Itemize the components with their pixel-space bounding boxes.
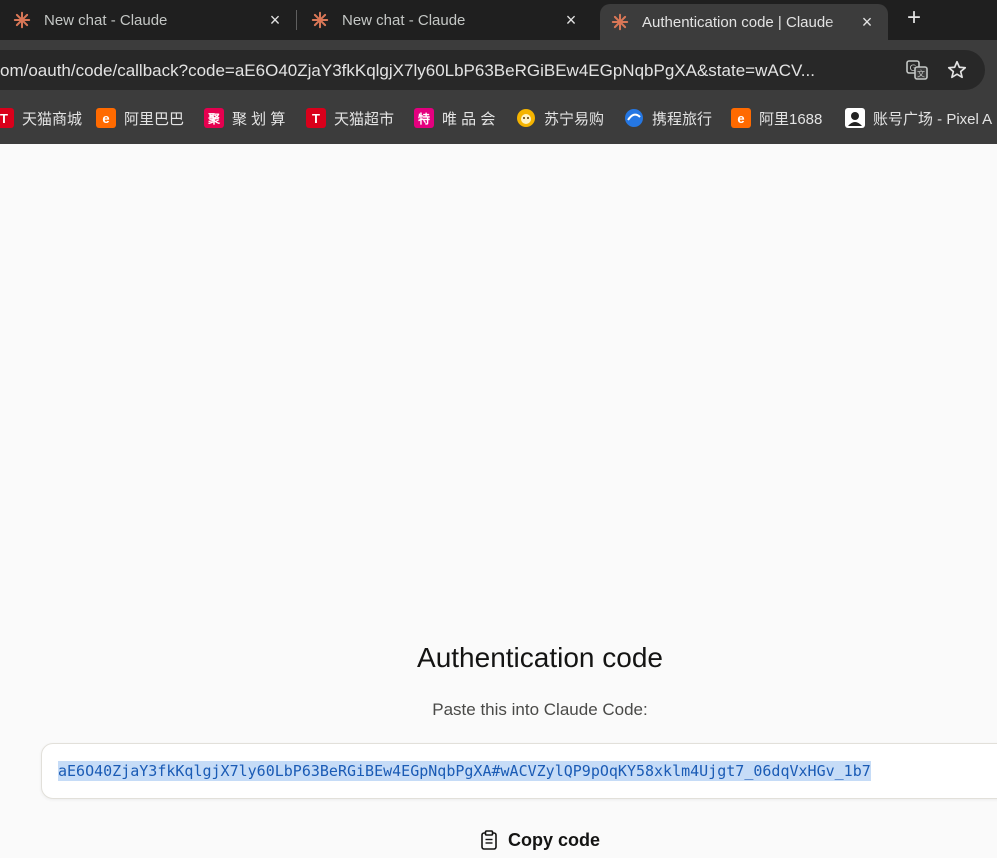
claude-logo-icon	[310, 10, 330, 30]
juhuasuan-icon: 聚	[204, 108, 224, 128]
tab-title: Authentication code | Claude	[642, 13, 834, 31]
alibaba-icon: e	[96, 108, 116, 128]
bookmark-label: 阿里巴巴	[124, 110, 185, 128]
bookmark-alibaba[interactable]: e 阿里巴巴	[96, 96, 184, 140]
bookmark-vip[interactable]: 特 唯 品 会	[414, 96, 495, 140]
tab-authentication-code[interactable]: Authentication code | Claude ×	[600, 4, 888, 40]
close-tab-icon[interactable]: ×	[266, 11, 284, 29]
bookmarks-bar: T 天猫商城 e 阿里巴巴 聚 聚 划 算 T 天猫超市 特 唯 品 会 苏宁易…	[0, 96, 997, 144]
tab-separator	[296, 10, 297, 30]
bookmark-suning[interactable]: 苏宁易购	[516, 96, 604, 140]
ctrip-icon	[624, 108, 644, 128]
bookmark-1688[interactable]: e 阿里1688	[731, 96, 822, 140]
account-avatar-icon	[845, 108, 865, 128]
new-tab-button[interactable]: +	[900, 4, 928, 32]
clipboard-icon	[478, 829, 500, 851]
suning-lion-icon	[516, 108, 536, 128]
copy-code-label: Copy code	[508, 829, 601, 850]
bookmark-star-icon[interactable]	[945, 58, 969, 82]
bookmark-label: 天猫商城	[22, 110, 83, 128]
claude-logo-icon	[12, 10, 32, 30]
address-bar-url[interactable]: om/oauth/code/callback?code=aE6O40ZjaY3f…	[0, 61, 888, 81]
bookmark-label: 阿里1688	[759, 110, 823, 128]
page-title: Authentication code	[417, 642, 663, 673]
bookmark-tmall-supermarket[interactable]: T 天猫超市	[306, 96, 394, 140]
bookmark-ctrip[interactable]: 携程旅行	[624, 96, 712, 140]
bookmark-label: 苏宁易购	[544, 110, 605, 128]
tab-title: New chat - Claude	[44, 11, 168, 29]
bookmark-tmall[interactable]: T 天猫商城	[0, 96, 82, 140]
tmall-supermarket-icon: T	[306, 108, 326, 128]
claude-logo-icon	[610, 12, 630, 32]
instruction-text: Paste this into Claude Code:	[432, 700, 648, 719]
bookmark-label: 账号广场 - Pixel A	[873, 110, 993, 128]
bookmark-juhuasuan[interactable]: 聚 聚 划 算	[204, 96, 285, 140]
browser-toolbar: om/oauth/code/callback?code=aE6O40ZjaY3f…	[0, 40, 997, 96]
tmall-icon: T	[0, 108, 14, 128]
copy-code-button[interactable]: Copy code	[478, 826, 600, 854]
bookmark-label: 聚 划 算	[232, 110, 286, 128]
bookmark-label: 携程旅行	[652, 110, 713, 128]
bookmark-account-plaza[interactable]: 账号广场 - Pixel A	[845, 96, 992, 140]
auth-code-box[interactable]: aE6O40ZjaY3fkKqlgjX7ly60LbP63BeRGiBEw4EG…	[41, 743, 997, 799]
bookmark-label: 唯 品 会	[442, 110, 496, 128]
close-tab-icon[interactable]: ×	[562, 11, 580, 29]
svg-text:文: 文	[917, 69, 925, 79]
translate-icon[interactable]: G 文	[905, 58, 929, 82]
alibaba-1688-icon: e	[731, 108, 751, 128]
tab-title: New chat - Claude	[342, 11, 466, 29]
tab-new-chat-2[interactable]: New chat - Claude ×	[298, 0, 592, 40]
bookmark-label: 天猫超市	[334, 110, 395, 128]
auth-code-text[interactable]: aE6O40ZjaY3fkKqlgjX7ly60LbP63BeRGiBEw4EG…	[58, 761, 871, 781]
tab-new-chat-1[interactable]: New chat - Claude ×	[0, 0, 296, 40]
vip-icon: 特	[414, 108, 434, 128]
close-tab-icon[interactable]: ×	[858, 13, 876, 31]
tab-strip: New chat - Claude × New chat - Claude × …	[0, 0, 997, 40]
